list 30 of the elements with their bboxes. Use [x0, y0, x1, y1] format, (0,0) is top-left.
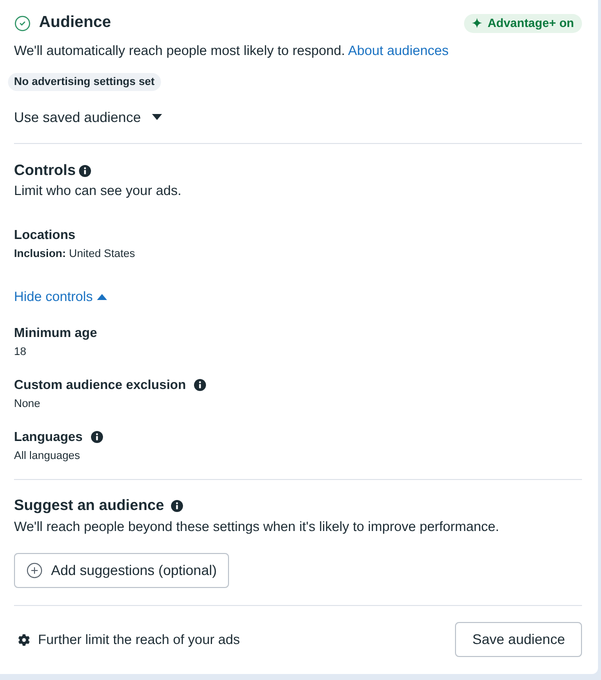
field-value: Inclusion: United States: [14, 247, 136, 262]
caret-down-icon: [152, 114, 162, 120]
sparkle-icon: [472, 18, 482, 28]
further-limit-link[interactable]: Further limit the reach of your ads: [18, 630, 240, 648]
field-value: 18: [14, 345, 26, 360]
hide-controls-link[interactable]: Hide controls: [14, 288, 107, 306]
badge-text: Advantage+ on: [488, 14, 574, 32]
save-audience-button[interactable]: Save audience: [455, 622, 582, 657]
section-title: Controls: [14, 161, 76, 181]
settings-icon: [18, 634, 30, 646]
info-icon[interactable]: [171, 500, 184, 512]
status-pill: No advertising settings set: [8, 73, 161, 91]
saved-audience-dropdown[interactable]: Use saved audience: [14, 107, 162, 127]
description-text: We'll automatically reach people most likely to respond. About audiences: [14, 42, 449, 60]
section-title: Audience: [39, 13, 112, 33]
info-icon[interactable]: [90, 431, 103, 443]
section-subtitle: We'll reach people beyond these settings when it's likely to improve performance.: [14, 518, 500, 536]
field-value: None: [14, 397, 40, 412]
field-label: Minimum age: [14, 324, 98, 342]
field-value: All languages: [14, 449, 80, 464]
plus-circle-icon: [26, 562, 43, 579]
field-label: Languages: [14, 428, 83, 446]
field-label: Locations: [14, 226, 76, 244]
info-icon[interactable]: [78, 165, 91, 177]
about-audiences-link[interactable]: About audiences: [348, 43, 449, 58]
section-subtitle: Limit who can see your ads.: [14, 182, 182, 200]
field-label: Custom audience exclusion: [14, 376, 186, 394]
info-icon[interactable]: [194, 379, 206, 391]
add-suggestions-button[interactable]: Add suggestions (optional): [14, 553, 229, 588]
section-title: Suggest an audience: [14, 496, 164, 516]
